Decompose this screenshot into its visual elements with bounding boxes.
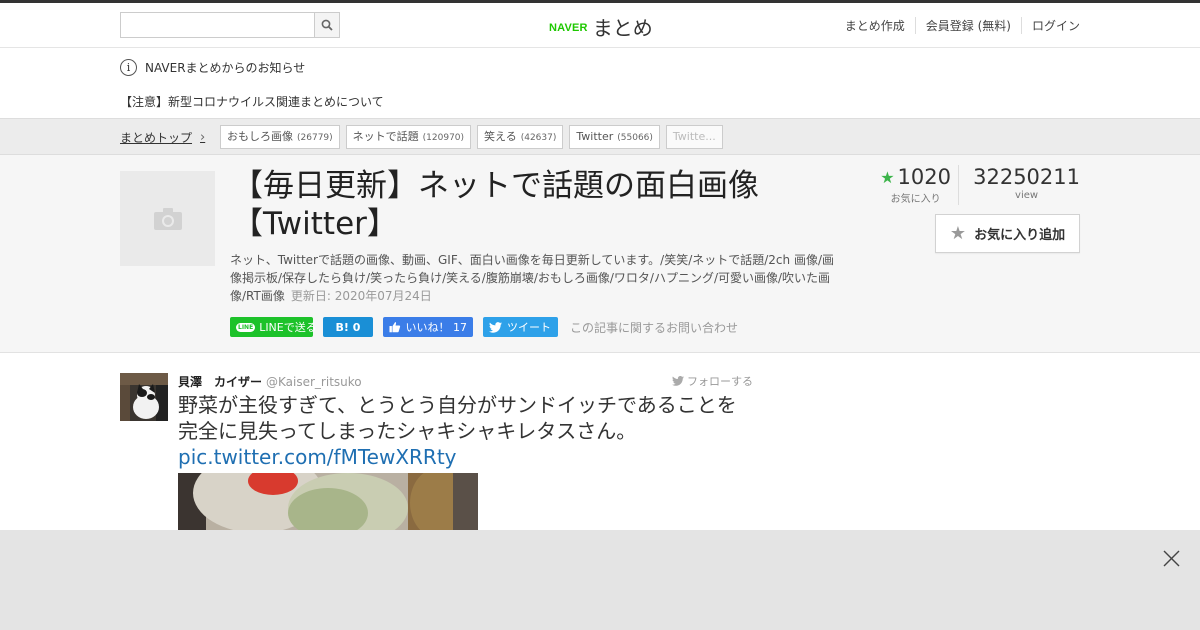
tag-list: おもしろ画像 (26779) ネットで話題 (120970) 笑える (42637) … [220, 125, 729, 149]
embedded-tweet: 貝澤 カイザー @Kaiser_ritsuko フォローする 野菜が主役すぎて、… [0, 353, 1200, 533]
ad-overlay [0, 530, 1200, 630]
article-header: 【毎日更新】ネットで話題の面白画像【Twitter】 ネット、Twitterで話… [0, 155, 1200, 353]
logo-naver: NAVER [549, 22, 588, 34]
tweet-author-handle[interactable]: @Kaiser_ritsuko [266, 375, 362, 389]
facebook-like-label: いいね！ 17 [405, 321, 468, 334]
search-input[interactable] [121, 13, 314, 37]
tweet-image[interactable] [178, 473, 478, 533]
site-logo[interactable]: NAVER まとめ [549, 12, 653, 41]
close-icon[interactable] [1162, 549, 1181, 568]
tag-label: ネットで話題 [352, 130, 419, 143]
search-icon [321, 19, 333, 31]
tag-label: Twitter [576, 130, 614, 143]
line-share-button[interactable]: LINE LINEで送る [230, 317, 317, 337]
article-thumbnail [120, 171, 215, 266]
views-stat: 32250211 view [959, 165, 1080, 205]
search-button[interactable] [314, 13, 339, 37]
camera-icon [153, 207, 182, 230]
views-count: 32250211 [973, 165, 1080, 189]
tweet-button[interactable]: ツイート [483, 317, 558, 337]
breadcrumb-top-label: まとめトップ [120, 131, 193, 145]
notice-title: i NAVERまとめからのお知らせ [120, 59, 305, 76]
tag-label: Twitte... [672, 130, 716, 143]
line-icon: LINE [236, 322, 256, 332]
tag-label: 笑える [484, 130, 517, 143]
tweet-text: 野菜が主役すぎて、とうとう自分がサンドイッチであることを 完全に見失ってしまった… [178, 392, 758, 470]
facebook-like-icon [389, 322, 401, 333]
share-row: LINE LINEで送る B! 0 いいね！ 17 ツイート この記事に関するお… [230, 317, 738, 337]
views-label: view [1015, 190, 1039, 201]
tweet-text-line: 完全に見失ってしまったシャキシャキレタスさん。 [178, 419, 637, 443]
tweet-text-line: 野菜が主役すぎて、とうとう自分がサンドイッチであることを [178, 393, 737, 417]
header-nav: まとめ作成 会員登録 (無料) ログイン [835, 17, 1080, 34]
breadcrumb: まとめトップ › おもしろ画像 (26779) ネットで話題 (120970) 笑え… [0, 118, 1200, 155]
site-header: NAVER まとめ まとめ作成 会員登録 (無料) ログイン [0, 3, 1200, 48]
tag-twitter[interactable]: Twitter (55066) [569, 125, 660, 149]
create-matome-link[interactable]: まとめ作成 [835, 17, 915, 34]
inquiry-link[interactable]: この記事に関するお問い合わせ [570, 319, 738, 336]
tweet-pic-link[interactable]: pic.twitter.com/fMTewXRRty [178, 444, 758, 470]
hatena-bookmark-button[interactable]: B! 0 [323, 317, 373, 337]
article-title: 【毎日更新】ネットで話題の面白画像【Twitter】 [232, 168, 759, 242]
login-link[interactable]: ログイン [1020, 17, 1080, 34]
follow-label: フォローする [687, 375, 753, 388]
avatar[interactable] [120, 373, 168, 421]
updated-date: 更新日: 2020年07月24日 [290, 289, 432, 303]
line-share-label: LINEで送る [259, 321, 317, 334]
tweet-author: 貝澤 カイザー @Kaiser_ritsuko [178, 373, 362, 390]
tag-omoshiro[interactable]: おもしろ画像 (26779) [220, 125, 340, 149]
notice-title-text: NAVERまとめからのお知らせ [145, 61, 306, 75]
tweet-author-name[interactable]: 貝澤 カイザー [178, 373, 262, 390]
logo-matome: まとめ [592, 16, 653, 40]
search-box [120, 12, 340, 38]
tag-truncated[interactable]: Twitte... [665, 125, 723, 149]
tag-net-wadai[interactable]: ネットで話題 (120970) [345, 125, 472, 149]
tag-waraeru[interactable]: 笑える (42637) [477, 125, 564, 149]
chevron-right-icon: › [200, 130, 206, 145]
breadcrumb-top-link[interactable]: まとめトップ › [120, 129, 205, 146]
tag-count: (55066) [617, 133, 653, 143]
notice-area: i NAVERまとめからのお知らせ 【注意】新型コロナウイルス関連まとめについて [0, 48, 1200, 118]
tag-count: (42637) [520, 133, 557, 143]
favorites-label: お気に入り [890, 194, 941, 205]
notice-link[interactable]: 【注意】新型コロナウイルス関連まとめについて [120, 93, 384, 110]
tag-count: (120970) [422, 133, 465, 143]
star-icon: ★ [880, 167, 895, 187]
tweet-label: ツイート [507, 321, 551, 334]
follow-button[interactable]: フォローする [672, 373, 753, 389]
add-favorite-label: お気に入り追加 [974, 228, 1066, 243]
twitter-bird-icon [672, 376, 684, 386]
add-favorite-button[interactable]: ★ お気に入り追加 [935, 214, 1080, 253]
favorites-stat: ★ 1020 お気に入り [879, 165, 960, 205]
twitter-bird-icon [489, 321, 502, 333]
info-icon: i [120, 59, 137, 76]
star-icon: ★ [949, 223, 967, 244]
article-stats: ★ 1020 お気に入り 32250211 view [879, 165, 1080, 205]
article-description: ネット、Twitterで話題の画像、動画、GIF、面白い画像を毎日更新しています… [230, 251, 845, 305]
hatena-label: B! 0 [335, 320, 361, 334]
favorites-count: 1020 [897, 165, 951, 189]
tag-count: (26779) [297, 133, 333, 143]
tag-label: おもしろ画像 [227, 130, 293, 143]
register-link[interactable]: 会員登録 (無料) [914, 17, 1021, 34]
facebook-like-button[interactable]: いいね！ 17 [383, 317, 473, 337]
